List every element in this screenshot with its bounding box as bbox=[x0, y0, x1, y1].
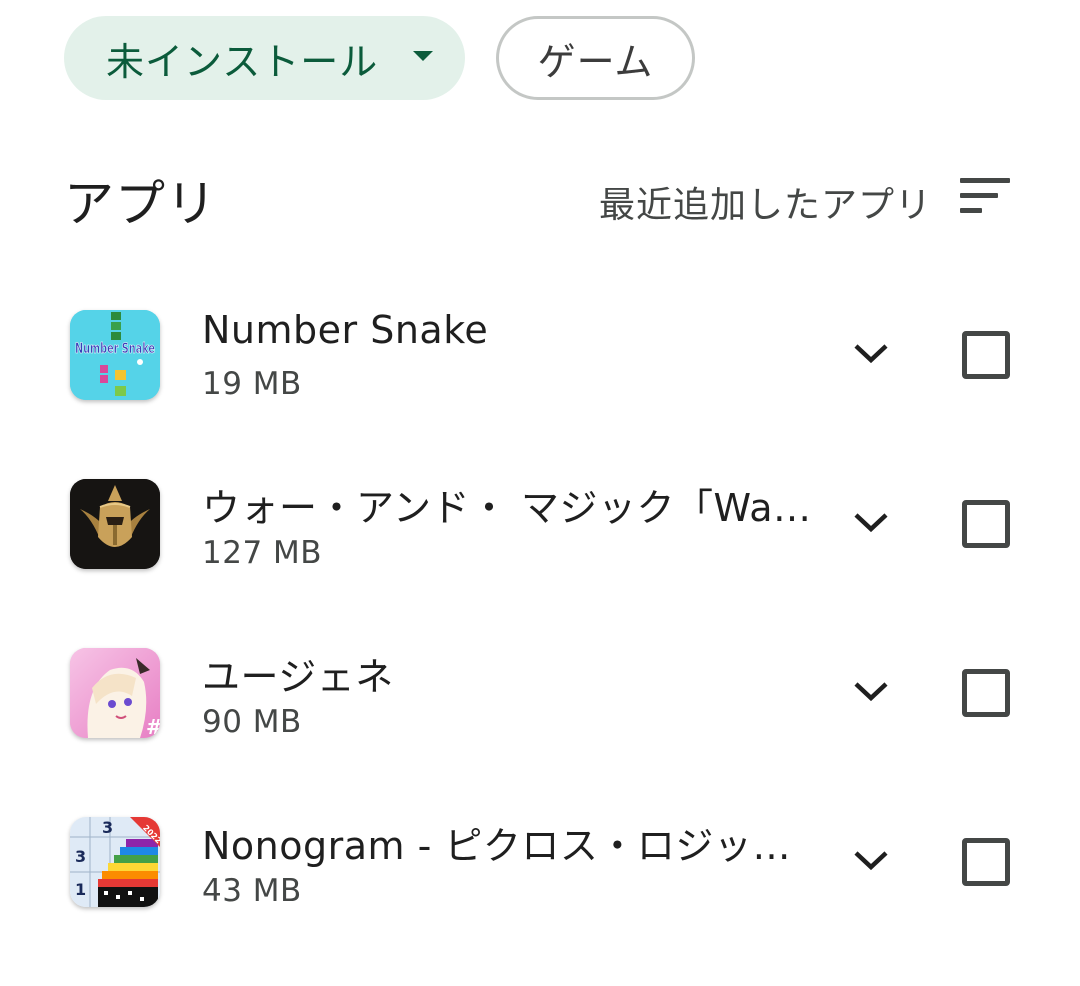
app-checkbox[interactable] bbox=[962, 331, 1010, 379]
filter-chip-install-status[interactable]: 未インストール bbox=[64, 16, 465, 100]
app-name: ウォー・アンド・ マジック「War... bbox=[202, 486, 822, 530]
app-icon-number-snake: Number Snake bbox=[70, 310, 160, 400]
app-size: 43 MB bbox=[202, 873, 302, 909]
app-name: Nonogram - ピクロス・ロジック... bbox=[202, 824, 822, 868]
chevron-down-icon[interactable] bbox=[852, 338, 890, 368]
list-item[interactable]: 3 3 1 2022 Nonogram - ピクロス・ロジック... 43 MB bbox=[0, 817, 1080, 986]
chevron-down-icon[interactable] bbox=[852, 507, 890, 537]
app-checkbox[interactable] bbox=[962, 838, 1010, 886]
list-item[interactable]: ウォー・アンド・ マジック「War... 127 MB bbox=[0, 479, 1080, 648]
list-item[interactable]: Number Snake Number Snake 19 MB bbox=[0, 308, 1080, 479]
section-title: アプリ bbox=[64, 175, 217, 233]
app-size: 19 MB bbox=[202, 366, 302, 402]
list-item[interactable]: # ユージェネ 90 MB bbox=[0, 648, 1080, 817]
icon-text: Number Snake bbox=[75, 341, 155, 357]
icon-clue: 1 bbox=[75, 880, 86, 899]
sort-label[interactable]: 最近追加したアプリ bbox=[599, 176, 932, 228]
app-size: 90 MB bbox=[202, 704, 302, 740]
filter-chip-category[interactable]: ゲーム bbox=[496, 16, 695, 100]
app-checkbox[interactable] bbox=[962, 500, 1010, 548]
filter-chip-label: 未インストール bbox=[106, 39, 379, 84]
chevron-down-icon[interactable] bbox=[852, 676, 890, 706]
app-name: ユージェネ bbox=[202, 655, 394, 699]
app-size: 127 MB bbox=[202, 535, 323, 571]
app-checkbox[interactable] bbox=[962, 669, 1010, 717]
icon-clue: 3 bbox=[102, 818, 113, 837]
app-icon-war-and-magic bbox=[70, 479, 160, 569]
app-icon-ugene: # bbox=[70, 648, 160, 738]
icon-clue: 3 bbox=[75, 847, 86, 866]
sort-icon[interactable] bbox=[960, 178, 1010, 214]
svg-text:#: # bbox=[146, 715, 160, 738]
filter-chip-label: ゲーム bbox=[537, 39, 654, 84]
app-icon-nonogram: 3 3 1 2022 bbox=[70, 817, 160, 907]
arrow-drop-down-icon bbox=[413, 51, 433, 61]
chevron-down-icon[interactable] bbox=[852, 845, 890, 875]
app-name: Number Snake bbox=[202, 308, 489, 352]
